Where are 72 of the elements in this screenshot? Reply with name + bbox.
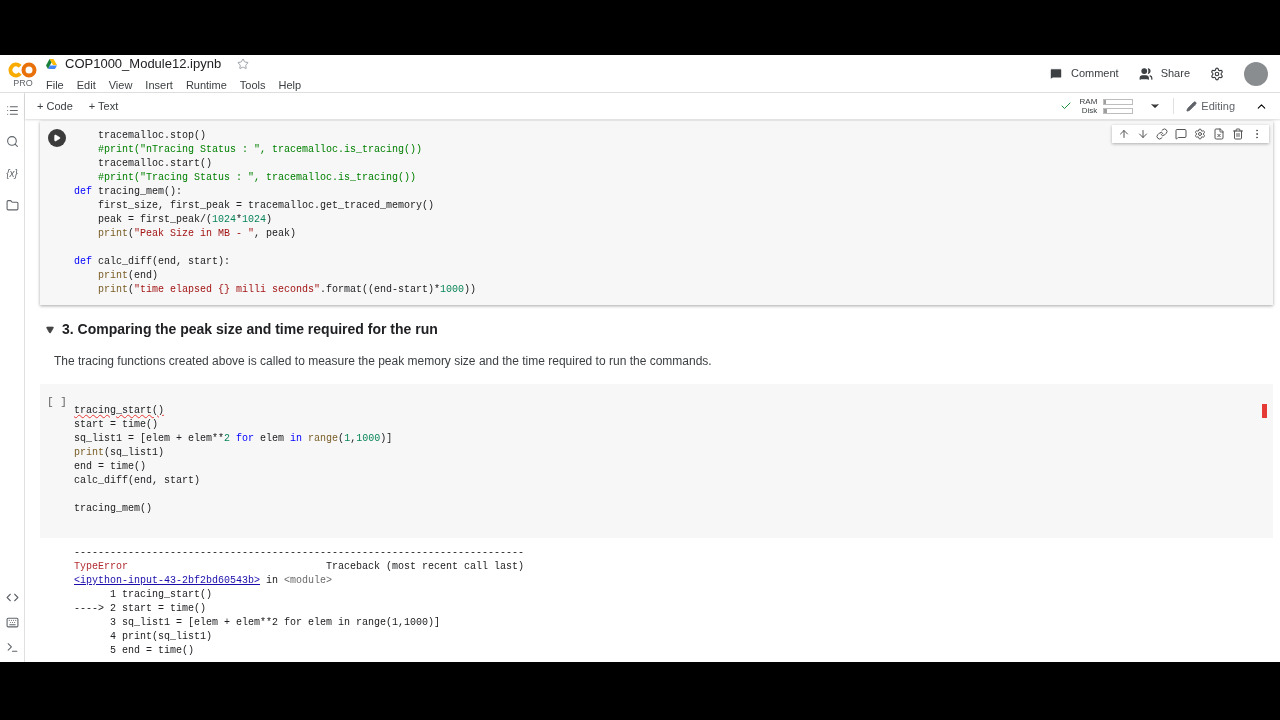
output-line: --------------------------------------------------------------------------- bbox=[74, 546, 526, 560]
menu-item[interactable]: Help bbox=[278, 76, 302, 93]
code-line: #print("Tracing Status : ", tracemalloc.is_tracing()) bbox=[97, 171, 418, 185]
play-icon bbox=[53, 134, 61, 142]
code-line: start = time() bbox=[74, 418, 159, 432]
section-heading: 3. Comparing the peak size and time required for the run bbox=[62, 320, 438, 339]
editing-button[interactable]: Editing bbox=[1173, 97, 1235, 115]
people-icon bbox=[1138, 66, 1153, 81]
output-line: 1 tracing_start() bbox=[109, 588, 214, 602]
settings-icon[interactable] bbox=[1210, 66, 1224, 81]
menu-item[interactable]: Runtime bbox=[185, 76, 227, 93]
add-cell-button[interactable]: + Text bbox=[88, 97, 119, 115]
settings-icon[interactable] bbox=[1194, 128, 1206, 140]
logo-icon[interactable] bbox=[8, 61, 38, 78]
resource-label: RAM bbox=[1079, 97, 1098, 106]
code-line: tracing_start() bbox=[74, 404, 165, 418]
collapse-caret-icon[interactable] bbox=[46, 325, 54, 334]
search-icon[interactable] bbox=[5, 135, 19, 148]
drive-icon bbox=[46, 58, 57, 69]
run-button[interactable] bbox=[48, 129, 66, 147]
code-line: sq_list1 = [elem + elem**2 for elem in range(1,1000)] bbox=[74, 432, 393, 446]
variables-icon[interactable]: {x} bbox=[6, 166, 18, 181]
terminal-icon[interactable] bbox=[5, 641, 19, 654]
star-icon[interactable] bbox=[237, 57, 250, 70]
link-icon[interactable] bbox=[1156, 128, 1168, 140]
code-cell[interactable]: [ ] tracing_start() start = time() sq_list1 = [elem + elem**2 for elem in range(1,1000)] print(sq_list1) end = time() calc_diff(end, start) tracing_mem() bbox=[40, 384, 1273, 538]
code-line: print(end) bbox=[97, 269, 160, 283]
code-line: peak = first_peak/(1024*1024) bbox=[97, 213, 274, 227]
code-line: tracing_mem() bbox=[74, 502, 153, 516]
code-line: print(sq_list1) bbox=[74, 446, 166, 460]
code-line: end = time() bbox=[74, 460, 147, 474]
menu-item[interactable]: Edit bbox=[76, 76, 96, 93]
menu-item[interactable]: Insert bbox=[145, 76, 173, 93]
section-text: The tracing functions created above is called to measure the peak memory size and the time required to run the commands. bbox=[53, 353, 713, 370]
menu-item[interactable]: Tools bbox=[239, 76, 266, 93]
error-marker bbox=[1262, 404, 1267, 418]
notebook-title[interactable]: COP1000_Module12.ipynb bbox=[65, 55, 222, 74]
resource-label: Disk bbox=[1081, 106, 1098, 115]
output-line: 4 print(sq_list1) bbox=[109, 630, 214, 644]
delete-icon[interactable] bbox=[1232, 128, 1244, 140]
share-button[interactable]: Share bbox=[1138, 65, 1190, 82]
keyboard-icon[interactable] bbox=[5, 616, 19, 629]
comment-icon bbox=[1048, 66, 1063, 81]
output-line: <ipython-input-43-2bf2bd60543b> in <module> bbox=[74, 574, 334, 588]
output-line: ----> 2 start = time() bbox=[74, 602, 208, 616]
code-line: tracemalloc.stop() bbox=[97, 129, 208, 143]
run-button[interactable]: [ ] bbox=[47, 396, 67, 408]
output-line: 3 sq_list1 = [elem + elem**2 for elem in range(1,1000)] bbox=[109, 616, 442, 630]
code-icon[interactable] bbox=[5, 591, 19, 604]
move-down-icon[interactable] bbox=[1137, 128, 1149, 140]
output-line: 5 end = time() bbox=[109, 644, 196, 658]
folder-icon[interactable] bbox=[5, 199, 19, 212]
pencil-icon bbox=[1186, 100, 1198, 112]
code-cell[interactable] bbox=[40, 121, 1273, 305]
code-line: print("Peak Size in MB - ", peak) bbox=[97, 227, 298, 241]
menu-item[interactable]: View bbox=[108, 76, 133, 93]
pro-label: PRO bbox=[13, 77, 33, 88]
move-up-icon[interactable] bbox=[1118, 128, 1130, 140]
add-cell-button[interactable]: + Code bbox=[37, 97, 73, 115]
comment-button[interactable]: Comment bbox=[1048, 65, 1119, 82]
code-line: print("time elapsed {} milli seconds".format((end-start)*1000)) bbox=[97, 283, 477, 297]
code-line: first_size, first_peak = tracemalloc.get_traced_memory() bbox=[97, 199, 436, 213]
code-line: #print("nTracing Status : ", tracemalloc.is_tracing()) bbox=[97, 143, 424, 157]
output-line: TypeError Traceback (most recent call last) bbox=[74, 560, 526, 574]
code-line: tracemalloc.start() bbox=[97, 157, 214, 171]
code-line: calc_diff(end, start) bbox=[74, 474, 202, 488]
table-of-contents-icon[interactable] bbox=[5, 104, 19, 117]
code-line: def tracing_mem(): bbox=[74, 185, 184, 199]
avatar[interactable] bbox=[1244, 61, 1268, 86]
menu-item[interactable]: File bbox=[46, 76, 64, 93]
comment-icon[interactable] bbox=[1175, 128, 1187, 140]
code-line: def calc_diff(end, start): bbox=[74, 255, 232, 269]
